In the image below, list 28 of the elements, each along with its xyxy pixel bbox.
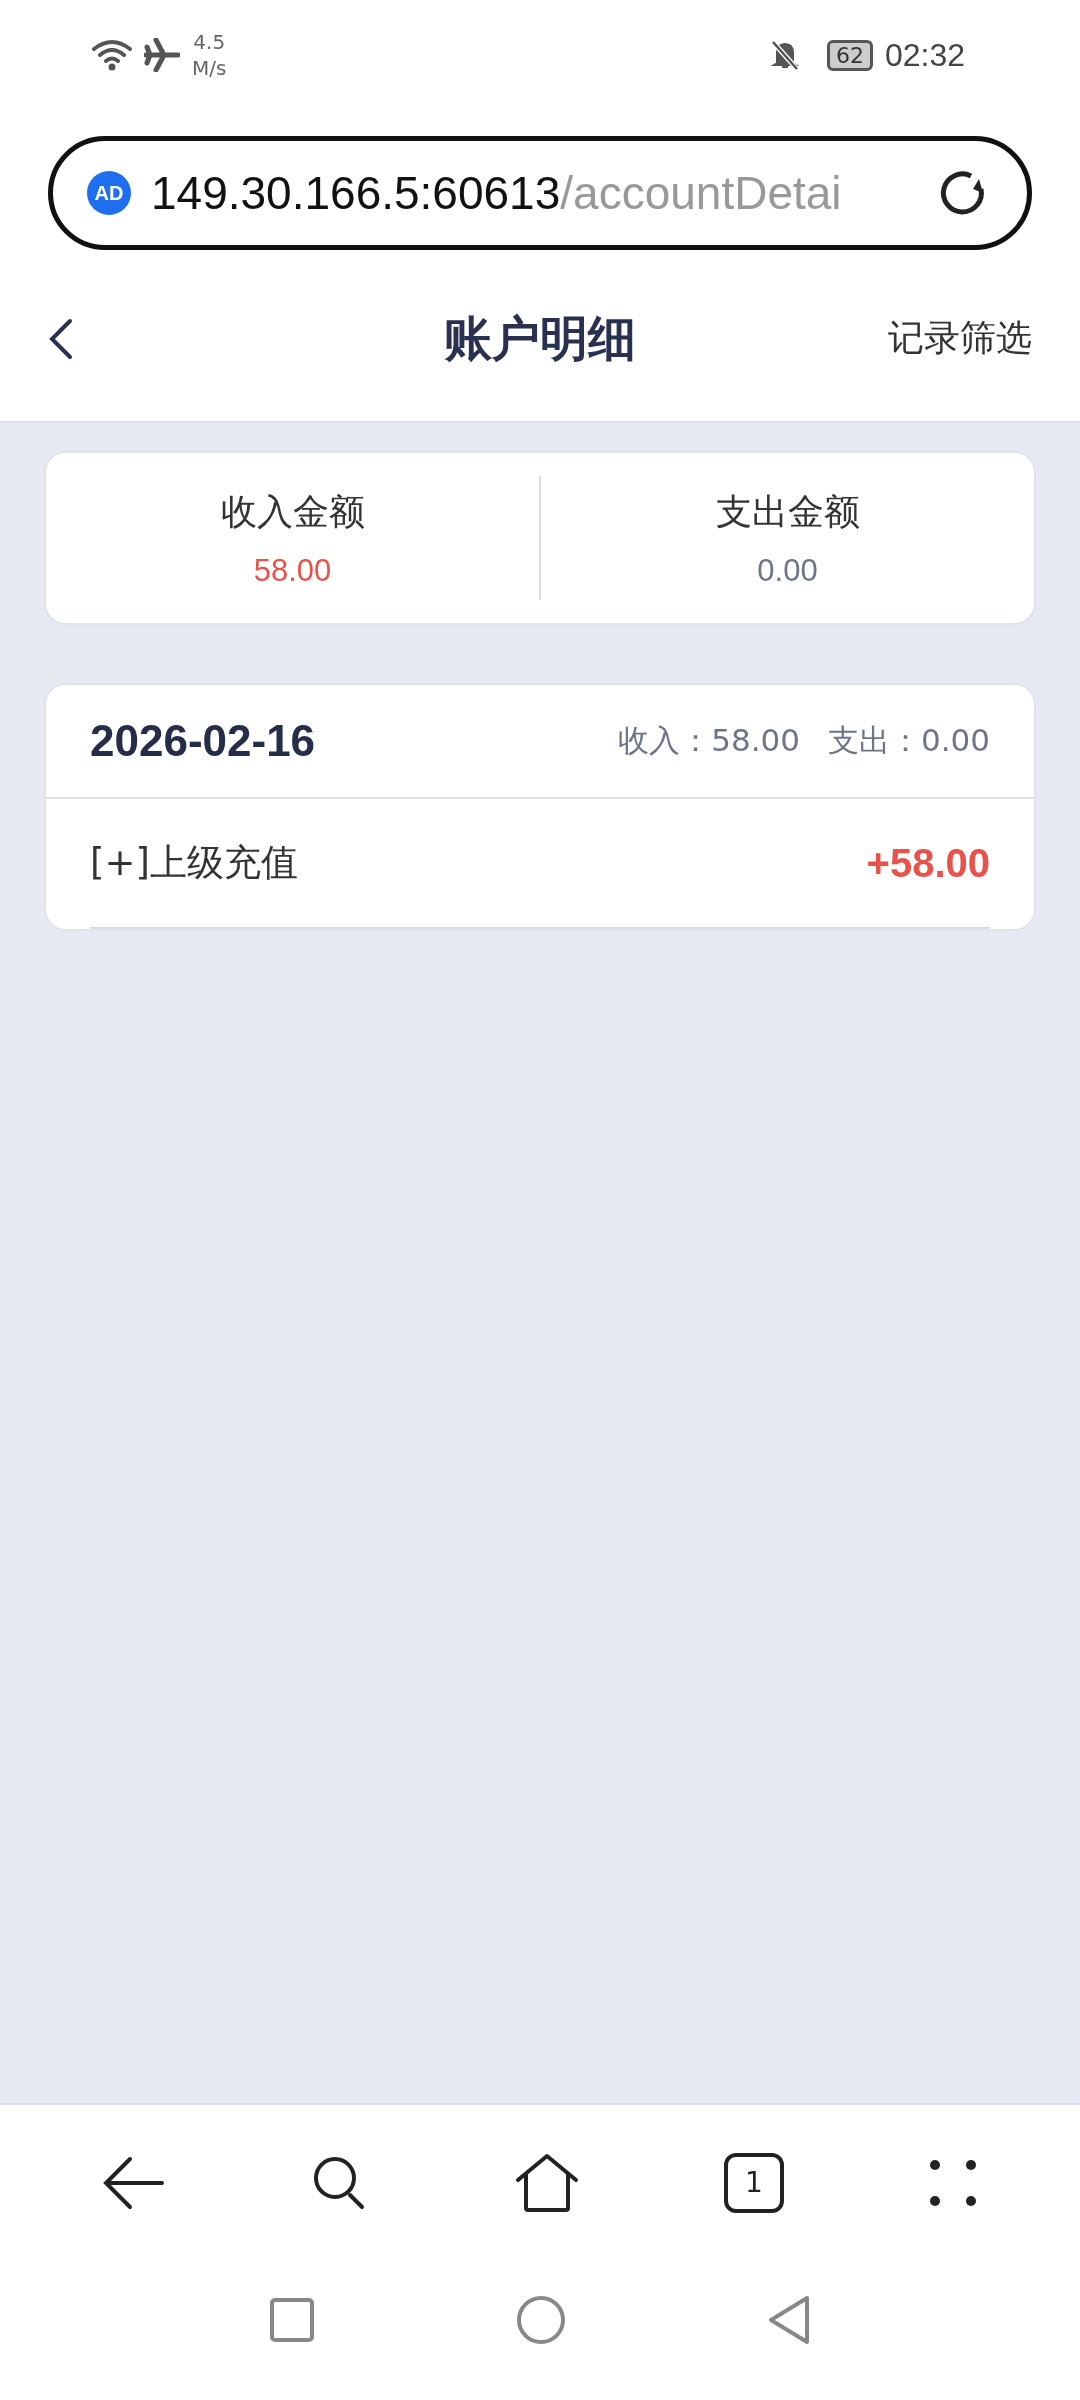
page-title: 账户明细 [444,308,636,368]
ad-block-badge[interactable]: AD [87,171,131,215]
summary-label: 支出金额 [715,489,860,534]
tabs-button[interactable]: 1 [724,2152,784,2213]
recents-icon[interactable] [269,2297,315,2343]
muted-bell-icon [768,39,801,71]
wifi-icon [92,39,132,71]
battery-indicator: 62 [826,39,873,71]
speed-unit: M/s [192,55,227,81]
record-amount: +58.00 [866,840,990,886]
date-heading: 2026-02-16 [90,716,316,766]
back-icon[interactable] [48,316,74,361]
airplane-icon [144,38,180,72]
back-triangle-icon[interactable] [767,2294,811,2346]
day-income: 收入：58.00 [618,721,800,760]
filter-link[interactable]: 记录筛选 [888,314,1032,363]
home-circle-icon[interactable] [515,2294,567,2346]
clock-time: 02:32 [884,36,965,74]
summary-amount: 0.00 [757,552,818,589]
record-title: [+]上级充值 [90,840,298,886]
speed-value: 4.5 [193,29,226,55]
record-row[interactable]: [+]上级充值 +58.00 [90,799,990,929]
more-icon[interactable] [928,2157,978,2208]
home-icon[interactable] [514,2151,580,2214]
address-bar[interactable]: AD 149.30.166.5:60613/accountDetai [48,136,1032,250]
summary-label: 收入金额 [220,489,365,534]
summary-amount: 58.00 [253,552,332,589]
day-expense: 支出：0.00 [827,721,990,760]
